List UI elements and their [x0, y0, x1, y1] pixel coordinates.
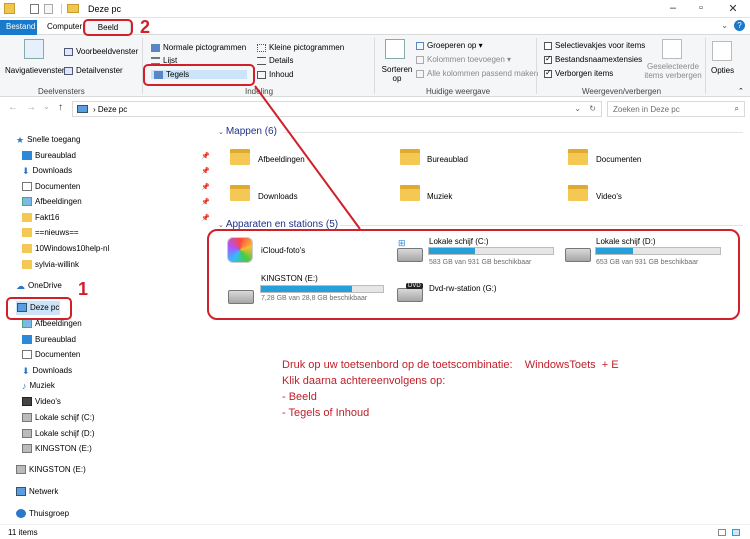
instruction-line-2: Klik daarna achtereenvolgens op: [282, 375, 446, 387]
annotation-arrow [254, 85, 361, 230]
instruction-line-3: - Beeld [282, 391, 317, 403]
instruction-text: Druk op uw toetsenbord op de toetscombin… [282, 357, 619, 421]
instruction-line-4: - Tegels of Inhoud [282, 407, 370, 419]
annotation-line [254, 85, 361, 230]
instruction-line-1: Druk op uw toetsenbord op de toetscombin… [282, 359, 619, 371]
